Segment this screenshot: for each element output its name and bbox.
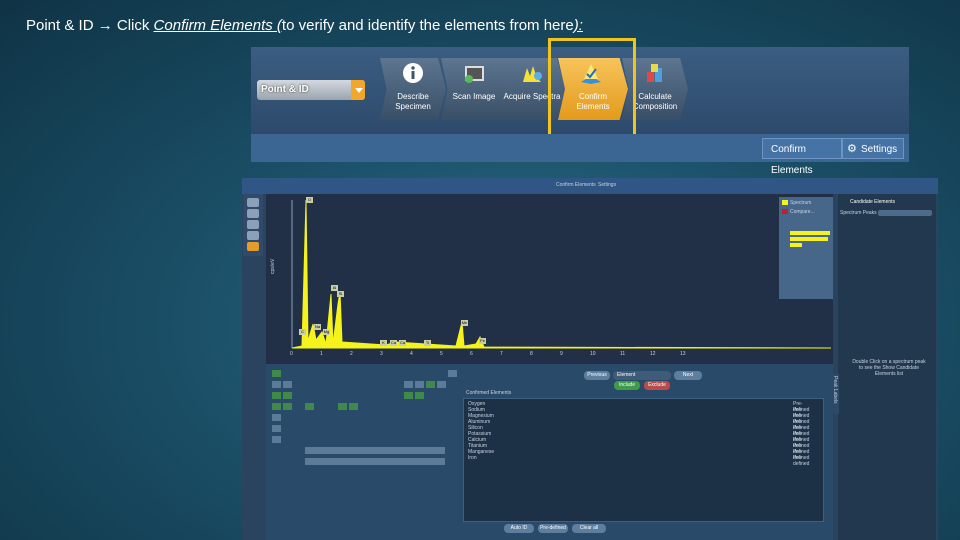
element-fr[interactable] bbox=[272, 436, 281, 443]
peak-label[interactable]: Mn bbox=[461, 320, 468, 326]
step-scan-image[interactable]: Scan Image bbox=[441, 58, 507, 120]
candidate-elements-panel: Candidate Elements Spectrum Peaks Double… bbox=[831, 194, 936, 540]
pointer-tool-icon[interactable] bbox=[247, 198, 259, 207]
element-si[interactable] bbox=[415, 392, 424, 399]
spectrum-legend: Spectrum Compare... bbox=[779, 197, 833, 299]
zoom-tool-icon[interactable] bbox=[247, 209, 259, 218]
pan-tool-icon[interactable] bbox=[247, 231, 259, 240]
mode-dropdown[interactable]: Point & ID bbox=[257, 80, 365, 100]
element-cs[interactable] bbox=[272, 425, 281, 432]
header-settings[interactable]: Settings bbox=[598, 182, 616, 188]
element-li[interactable] bbox=[272, 381, 281, 388]
slide-title: Point & ID → Click Confirm Elements (to … bbox=[26, 17, 583, 34]
element-na[interactable] bbox=[272, 392, 281, 399]
element-k[interactable] bbox=[272, 403, 281, 410]
peak-label[interactable]: Si bbox=[337, 291, 344, 297]
x-tick: 12 bbox=[650, 351, 656, 357]
element-b[interactable] bbox=[404, 381, 413, 388]
step-describe-specimen[interactable]: Describe Specimen bbox=[380, 58, 446, 120]
element-ca[interactable] bbox=[283, 403, 292, 410]
composition-icon bbox=[647, 64, 662, 82]
x-tick: 5 bbox=[440, 351, 443, 357]
spectrum-swatch bbox=[782, 200, 788, 205]
lanthanide-row[interactable] bbox=[305, 447, 445, 454]
next-button[interactable]: Next bbox=[674, 371, 702, 380]
panel-title: Candidate Elements bbox=[850, 199, 896, 205]
element-h[interactable] bbox=[272, 370, 281, 377]
legend-bar bbox=[790, 237, 828, 241]
gear-icon: ⚙ bbox=[847, 143, 857, 155]
x-tick: 2 bbox=[350, 351, 353, 357]
peak-label[interactable]: Ca bbox=[399, 340, 406, 346]
element-al[interactable] bbox=[404, 392, 413, 399]
clear-all-button[interactable]: Clear all bbox=[572, 524, 606, 533]
list-title: Confirmed Elements bbox=[466, 390, 512, 396]
actinide-row[interactable] bbox=[305, 458, 445, 465]
settings-tab[interactable]: ⚙ Settings bbox=[842, 138, 904, 159]
label-tool-icon[interactable] bbox=[247, 242, 259, 251]
x-tick: 13 bbox=[680, 351, 686, 357]
x-tick: 4 bbox=[410, 351, 413, 357]
spectrum-graph: cps/eV bbox=[270, 199, 832, 349]
list-item[interactable]: Iron Pre-defined bbox=[468, 455, 818, 467]
peak-label[interactable]: K bbox=[380, 340, 387, 346]
plot-tools bbox=[243, 194, 263, 256]
x-tick: 6 bbox=[470, 351, 473, 357]
peak-label[interactable]: Mg bbox=[323, 329, 330, 335]
text-tool-icon[interactable] bbox=[247, 220, 259, 229]
x-tick: 10 bbox=[590, 351, 596, 357]
element-fe[interactable] bbox=[349, 403, 358, 410]
x-tick: 9 bbox=[560, 351, 563, 357]
element-mg[interactable] bbox=[283, 392, 292, 399]
element-be[interactable] bbox=[283, 381, 292, 388]
x-tick: 3 bbox=[380, 351, 383, 357]
previous-button[interactable]: Previous bbox=[584, 371, 610, 380]
arrow-icon: → bbox=[97, 17, 113, 34]
x-tick: 7 bbox=[500, 351, 503, 357]
x-tick: 8 bbox=[530, 351, 533, 357]
peak-label[interactable]: Na bbox=[314, 324, 321, 330]
spectrum-plot[interactable]: cps/eV bbox=[266, 194, 833, 364]
panel-subtitle: Spectrum Peaks bbox=[840, 210, 877, 216]
header-confirm-elements[interactable]: Confirm Elements bbox=[556, 182, 596, 188]
element-select[interactable]: Element bbox=[613, 371, 671, 380]
confirm-elements-tab[interactable]: Confirm Elements bbox=[762, 138, 842, 176]
include-button[interactable]: Include bbox=[614, 381, 640, 390]
peaks-slider[interactable] bbox=[878, 210, 932, 216]
app-header: Confirm Elements Settings bbox=[242, 178, 938, 194]
element-c[interactable] bbox=[415, 381, 424, 388]
legend-bar bbox=[790, 243, 802, 247]
element-he[interactable] bbox=[448, 370, 457, 377]
x-tick: 0 bbox=[290, 351, 293, 357]
element-rb[interactable] bbox=[272, 414, 281, 421]
auto-id-button[interactable]: Auto ID bbox=[504, 524, 534, 533]
peak-label[interactable]: C bbox=[299, 329, 306, 335]
x-tick: 1 bbox=[320, 351, 323, 357]
element-o[interactable] bbox=[426, 381, 435, 388]
exclude-button[interactable]: Exclude bbox=[644, 381, 670, 390]
confirmed-elements-list[interactable]: Confirmed Elements Oxygen Pre-defined Sod… bbox=[463, 390, 824, 522]
element-f[interactable] bbox=[437, 381, 446, 388]
peak-label[interactable]: Ca bbox=[390, 340, 397, 346]
peak-label[interactable]: Ti bbox=[424, 340, 431, 346]
spectrum-icon bbox=[523, 66, 542, 82]
x-tick: 11 bbox=[620, 351, 626, 357]
peak-label[interactable]: O bbox=[306, 197, 313, 203]
panel-hint: Double Click on a spectrum peak to see t… bbox=[852, 359, 926, 377]
compare-swatch bbox=[782, 209, 788, 214]
info-icon bbox=[403, 63, 423, 83]
confirm-elements-highlight bbox=[548, 38, 636, 141]
element-ti[interactable] bbox=[305, 403, 314, 410]
periodic-table[interactable] bbox=[272, 370, 457, 466]
image-icon bbox=[465, 66, 484, 83]
peak-label[interactable]: Fe bbox=[479, 338, 486, 344]
chevron-down-icon bbox=[351, 80, 365, 100]
element-mn[interactable] bbox=[338, 403, 347, 410]
legend-bar bbox=[790, 231, 830, 235]
svg-text:cps/eV: cps/eV bbox=[270, 258, 276, 274]
predefined-button[interactable]: Pre-defined bbox=[538, 524, 568, 533]
compare-dropdown[interactable]: Compare... bbox=[790, 209, 815, 215]
